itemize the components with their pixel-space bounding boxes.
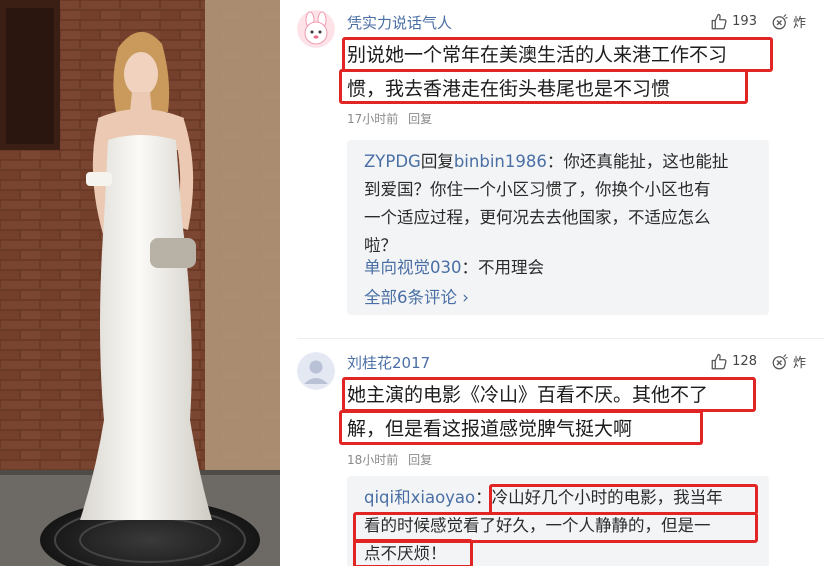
comment-body-line: 别说她一个常年在美澳生活的人来港工作不习 bbox=[347, 44, 728, 66]
reply-item: ZYPDG回复binbin1986：你还真能扯，这也能扯 bbox=[364, 148, 764, 176]
like-count: 193 bbox=[732, 14, 757, 29]
reply-text: ：你还真能扯，这也能扯 bbox=[546, 152, 729, 171]
comment-item: 凭实力说话气人 193 炸 别说她一个常年在美澳生活的人来港工作不习 惯，我去香… bbox=[281, 0, 824, 340]
explode-icon bbox=[772, 353, 788, 369]
like-button[interactable]: 128 bbox=[710, 353, 757, 371]
reply-author[interactable]: qiqi和xiaoyao bbox=[364, 488, 475, 507]
reply-text: ：不用理会 bbox=[461, 258, 545, 277]
reply-text-line: 看的时候感觉看了好久，一个人静静的，但是一 bbox=[364, 516, 711, 535]
rabbit-avatar-icon[interactable] bbox=[297, 10, 335, 48]
photo-illustration bbox=[0, 0, 280, 566]
comment-divider bbox=[297, 338, 824, 339]
comment-username[interactable]: 凭实力说话气人 bbox=[347, 12, 452, 33]
reaction-button[interactable]: 炸 bbox=[771, 352, 806, 371]
reply-target[interactable]: binbin1986 bbox=[454, 152, 547, 171]
reply-text-line: 到爱国？你住一个小区习惯了，你换个小区也有 bbox=[364, 180, 711, 199]
comment-meta: 18小时前 回复 bbox=[347, 451, 438, 468]
comment-actions: 193 炸 bbox=[710, 12, 806, 31]
celebrity-photo bbox=[0, 0, 280, 566]
comment-actions: 128 炸 bbox=[710, 352, 806, 371]
like-count: 128 bbox=[732, 354, 757, 369]
reply-item: qiqi和xiaoyao：冷山好几个小时的电影，我当年 bbox=[364, 484, 764, 512]
comment-body-line: 她主演的电影《冷山》百看不厌。其他不了 bbox=[347, 384, 709, 406]
reply-word: 回复 bbox=[420, 152, 454, 171]
reply-author[interactable]: 单向视觉030 bbox=[364, 258, 462, 277]
comment-body: 别说她一个常年在美澳生活的人来港工作不习 惯，我去香港走在街头巷尾也是不习惯 bbox=[347, 38, 777, 106]
comment-body: 她主演的电影《冷山》百看不厌。其他不了 解，但是看这报道感觉脾气挺大啊 bbox=[347, 378, 777, 446]
reply-text-line: 点不厌烦！ bbox=[364, 544, 447, 563]
comment-time: 17小时前 bbox=[347, 112, 399, 126]
reply-thread: ZYPDG回复binbin1986：你还真能扯，这也能扯 到爱国？你住一个小区习… bbox=[347, 140, 769, 315]
comment-time: 18小时前 bbox=[347, 453, 399, 467]
comment-body-line: 解，但是看这报道感觉脾气挺大啊 bbox=[347, 418, 633, 440]
reaction-button[interactable]: 炸 bbox=[771, 12, 806, 31]
comment-username[interactable]: 刘桂花2017 bbox=[347, 352, 430, 373]
explode-icon bbox=[772, 13, 788, 29]
reply-link[interactable]: 回复 bbox=[408, 453, 432, 467]
reply-author[interactable]: ZYPDG bbox=[364, 152, 421, 171]
reaction-label: 炸 bbox=[792, 16, 806, 31]
reply-text: ：冷山好几个小时的电影，我当年 bbox=[475, 488, 723, 507]
reaction-label: 炸 bbox=[792, 356, 806, 371]
like-button[interactable]: 193 bbox=[710, 13, 757, 31]
reply-link[interactable]: 回复 bbox=[408, 112, 432, 126]
default-avatar-icon[interactable] bbox=[297, 352, 335, 390]
reply-item: 单向视觉030：不用理会 bbox=[364, 254, 764, 282]
thumb-up-icon bbox=[711, 353, 727, 369]
reply-text-line: 一个适应过程，更何况去去他国家，不适应怎么 bbox=[364, 208, 711, 227]
view-all-replies-link[interactable]: 全部6条评论 › bbox=[364, 284, 469, 308]
comment-meta: 17小时前 回复 bbox=[347, 110, 438, 127]
reply-thread: qiqi和xiaoyao：冷山好几个小时的电影，我当年 看的时候感觉看了好久，一… bbox=[347, 476, 769, 566]
comment-item: 刘桂花2017 128 炸 她主演的电影《冷山》百看不厌。其他不了 解，但是看这… bbox=[281, 340, 824, 566]
comment-body-line: 惯，我去香港走在街头巷尾也是不习惯 bbox=[347, 78, 671, 100]
thumb-up-icon bbox=[711, 13, 727, 29]
comment-feed: 凭实力说话气人 193 炸 别说她一个常年在美澳生活的人来港工作不习 惯，我去香… bbox=[281, 0, 824, 566]
